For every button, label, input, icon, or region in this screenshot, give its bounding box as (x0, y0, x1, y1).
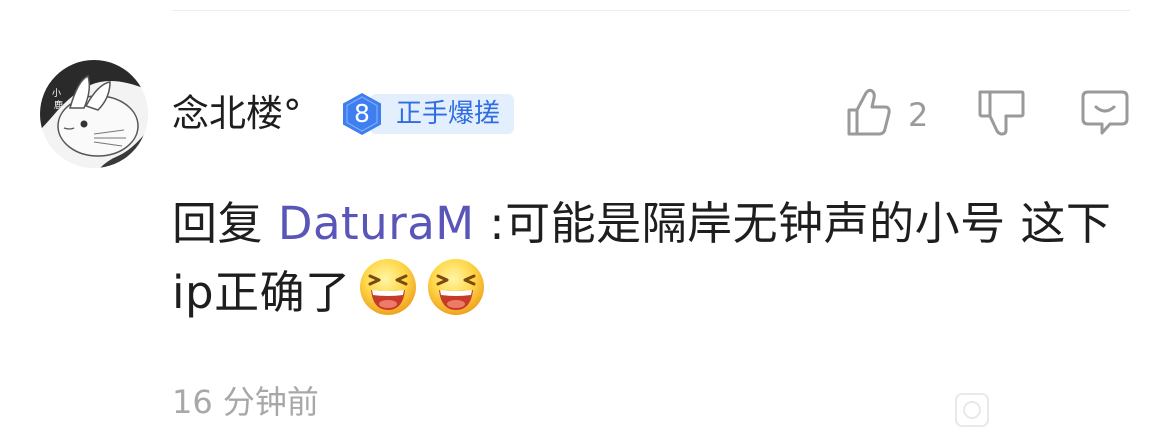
svg-text:小: 小 (52, 88, 61, 99)
thumbs-down-icon (976, 88, 1026, 142)
divider (172, 10, 1130, 11)
like-button[interactable]: 2 (846, 88, 928, 142)
avatar[interactable]: 小 鹿 (40, 60, 148, 168)
comment-item: 小 鹿 念北楼° 8 正手爆搓 2 回复 DaturaM:可能是隔岸无钟声的小… (0, 0, 1170, 445)
reply-button[interactable] (1080, 88, 1130, 142)
speech-bubble-icon (1080, 88, 1130, 142)
svg-text:鹿: 鹿 (54, 99, 63, 111)
comment-text: 回复 DaturaM :可能是隔岸无钟声的小号 这下ip正确了 (172, 192, 1132, 325)
level-badge[interactable]: 8 正手爆搓 (340, 92, 515, 136)
grinning-squint-emoji-icon (357, 256, 419, 318)
level-hexagon-icon: 8 (340, 92, 384, 136)
thumbs-up-icon (846, 88, 892, 142)
level-label: 正手爆搓 (370, 94, 515, 134)
username[interactable]: 念北楼° (172, 88, 302, 140)
like-count: 2 (908, 96, 929, 134)
reply-prefix: 回复 (172, 197, 278, 250)
level-number: 8 (354, 99, 370, 128)
dislike-button[interactable] (976, 88, 1026, 142)
reply-to-user-link[interactable]: DaturaM (278, 197, 475, 250)
comment-timestamp: 16 分钟前 (172, 383, 319, 421)
watermark-icon (954, 392, 990, 428)
grinning-squint-emoji-icon (425, 256, 487, 318)
